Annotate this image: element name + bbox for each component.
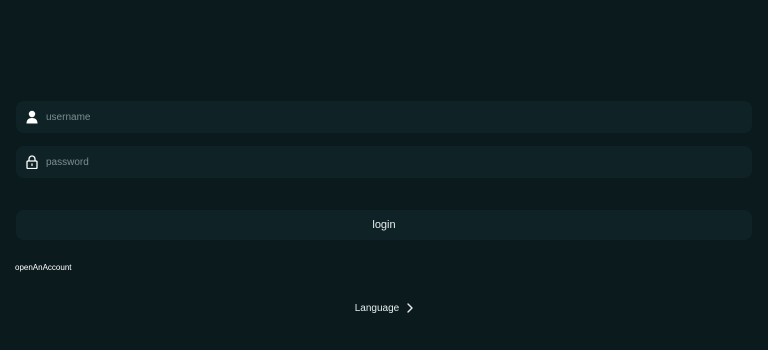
password-input[interactable]	[46, 152, 752, 172]
login-screen: login openAnAccount Language	[0, 0, 768, 350]
open-account-link[interactable]: openAnAccount	[15, 263, 72, 272]
language-selector[interactable]: Language	[0, 300, 768, 316]
username-field-container[interactable]	[16, 101, 752, 133]
login-button[interactable]: login	[16, 210, 752, 240]
password-field-container[interactable]	[16, 146, 752, 178]
username-input[interactable]	[46, 107, 752, 127]
language-label: Language	[354, 302, 400, 314]
user-icon	[24, 109, 40, 125]
chevron-right-icon	[407, 303, 413, 313]
lock-icon	[24, 154, 40, 170]
